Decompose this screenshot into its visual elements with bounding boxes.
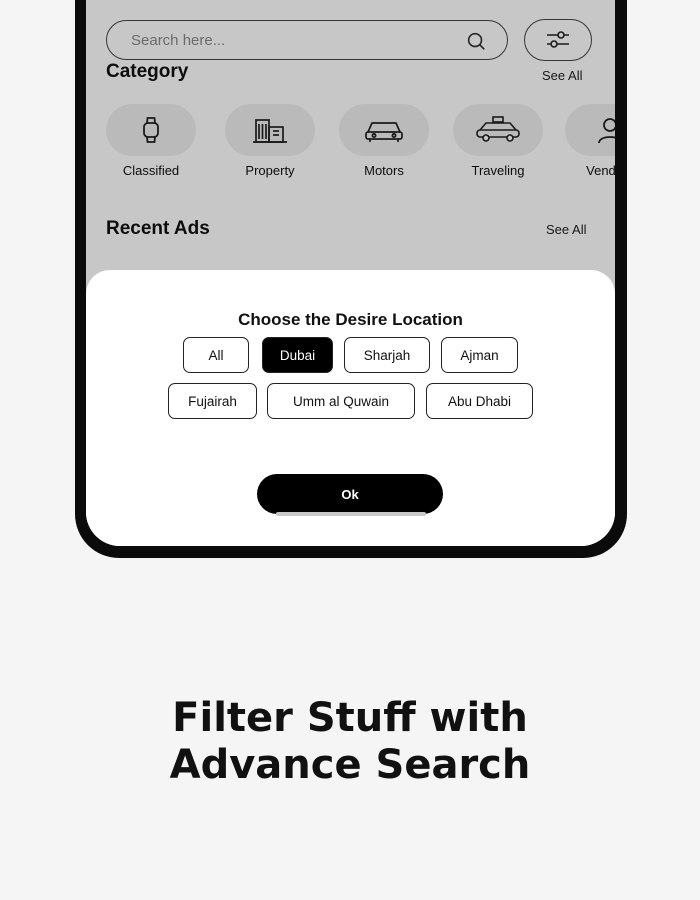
phone-frame: Category See All Classified [75,0,627,558]
phone-screen: Category See All Classified [86,0,615,546]
location-option-umm-al-quwain[interactable]: Umm al Quwain [267,383,415,419]
caption-line-1: Filter Stuff with [172,695,528,741]
location-option-fujairah[interactable]: Fujairah [168,383,257,419]
ok-button[interactable]: Ok [257,474,443,514]
location-dialog-title: Choose the Desire Location [238,310,463,329]
location-option-ajman[interactable]: Ajman [441,337,518,373]
location-bottom-sheet: Choose the Desire Location All Dubai Sha… [86,270,615,546]
caption-line-2: Advance Search [169,742,531,788]
home-indicator [276,512,426,516]
location-option-dubai[interactable]: Dubai [262,337,333,373]
location-option-sharjah[interactable]: Sharjah [344,337,430,373]
promo-caption: Filter Stuff with Advance Search [0,695,700,789]
location-option-all[interactable]: All [183,337,249,373]
location-option-abu-dhabi[interactable]: Abu Dhabi [426,383,533,419]
